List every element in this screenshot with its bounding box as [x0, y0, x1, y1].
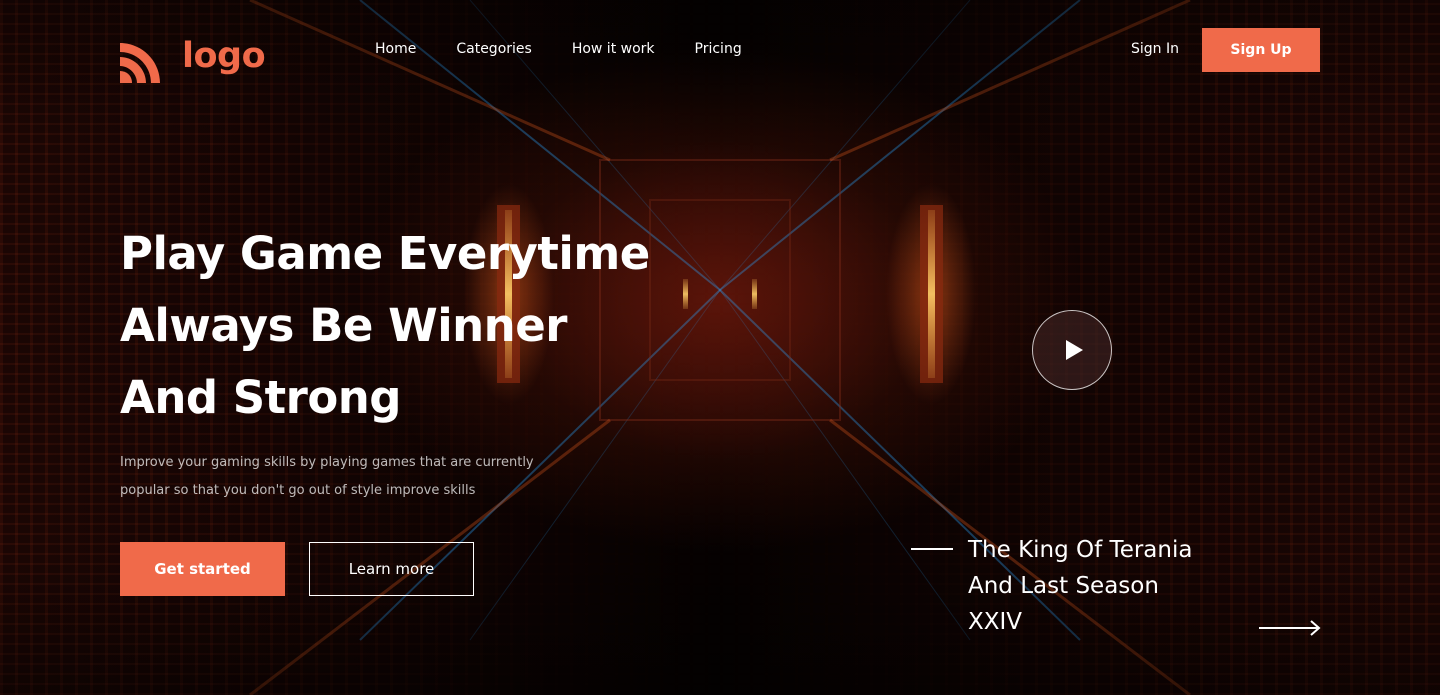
get-started-button[interactable]: Get started: [120, 542, 285, 596]
arrow-right-icon[interactable]: [1258, 618, 1322, 638]
sign-in-link[interactable]: Sign In: [1131, 40, 1179, 58]
featured-title-line: And Last Season: [968, 573, 1159, 599]
nav-item-how-it-work[interactable]: How it work: [572, 40, 655, 58]
brand-logo[interactable]: logo: [120, 35, 266, 83]
brand-name: logo: [182, 35, 266, 76]
wifi-signal-logo-icon: [120, 43, 160, 83]
hero-subtitle: Improve your gaming skills by playing ga…: [120, 449, 590, 505]
featured-title-line: The King Of Terania: [968, 537, 1193, 563]
featured-divider: [911, 548, 953, 550]
featured-title: The King Of Terania And Last Season XXIV: [968, 532, 1228, 640]
featured-title-line: XXIV: [968, 609, 1023, 635]
hero-title-line: Play Game Everytime: [120, 227, 650, 280]
nav-item-categories[interactable]: Categories: [456, 40, 531, 58]
play-icon: [1066, 340, 1083, 360]
play-video-button[interactable]: [1032, 310, 1112, 390]
hero-title-line: And Strong: [120, 371, 402, 424]
hero-title-line: Always Be Winner: [120, 299, 567, 352]
nav-item-home[interactable]: Home: [375, 40, 416, 58]
hero-title: Play Game Everytime Always Be Winner And…: [120, 218, 650, 434]
site-header: logo Home Categories How it work Pricing…: [120, 28, 1320, 84]
nav-item-pricing[interactable]: Pricing: [695, 40, 742, 58]
hero-subtitle-line: popular so that you don't go out of styl…: [120, 483, 476, 498]
learn-more-button[interactable]: Learn more: [309, 542, 474, 596]
hero-subtitle-line: Improve your gaming skills by playing ga…: [120, 455, 534, 470]
main-nav: Home Categories How it work Pricing: [375, 40, 782, 58]
sign-up-button[interactable]: Sign Up: [1202, 28, 1320, 72]
